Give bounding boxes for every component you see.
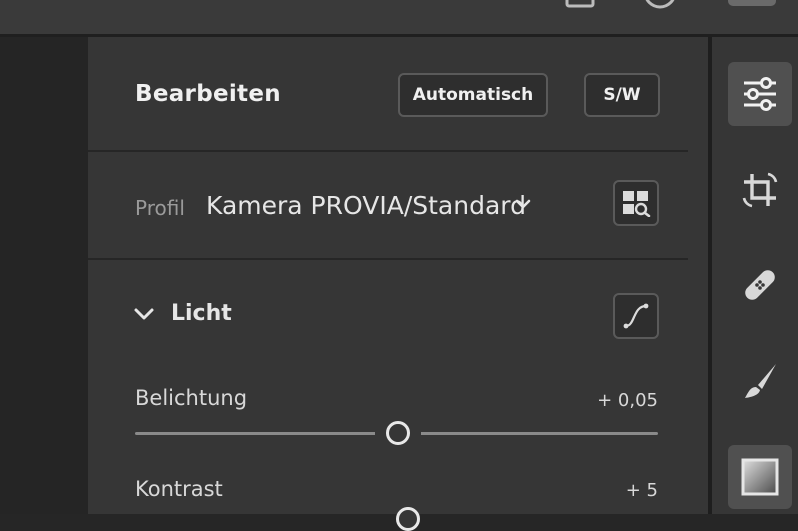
edit-tool-button[interactable] xyxy=(728,62,792,126)
black-white-button[interactable]: S/W xyxy=(584,73,660,117)
contrast-value[interactable]: + 5 xyxy=(626,480,658,501)
profile-browser-button[interactable] xyxy=(613,180,659,226)
brush-icon xyxy=(745,364,776,398)
auto-button[interactable]: Automatisch xyxy=(398,73,548,117)
exposure-slider-thumb[interactable] xyxy=(386,421,410,445)
panel-title: Bearbeiten xyxy=(135,81,281,107)
image-canvas-area xyxy=(0,37,88,514)
edit-sliders-icon xyxy=(744,77,776,111)
healing-tool-button[interactable] xyxy=(728,253,792,317)
top-bar xyxy=(0,0,798,34)
tone-curve-icon xyxy=(623,303,649,329)
help-icon[interactable] xyxy=(642,0,678,10)
section-title-light[interactable]: Licht xyxy=(171,301,232,326)
contrast-label: Kontrast xyxy=(135,477,223,501)
profile-label: Profil xyxy=(135,196,185,220)
brush-tool-button[interactable] xyxy=(728,349,792,413)
masking-tool-button[interactable] xyxy=(728,445,792,509)
header-divider xyxy=(88,150,688,152)
profile-dropdown[interactable]: Kamera PROVIA/Standard xyxy=(206,191,526,220)
crop-tool-button[interactable] xyxy=(728,158,792,222)
healing-bandage-icon xyxy=(745,270,775,300)
chevron-down-icon[interactable] xyxy=(133,307,155,321)
exposure-value[interactable]: + 0,05 xyxy=(597,390,658,411)
tool-rail xyxy=(712,37,798,514)
window-icon[interactable] xyxy=(565,0,595,8)
chevron-down-icon[interactable] xyxy=(515,198,531,210)
gradient-mask-icon xyxy=(741,458,779,496)
crop-rotate-icon xyxy=(742,172,778,208)
grid-search-icon xyxy=(623,191,651,217)
edit-panel: Bearbeiten Automatisch S/W Profil Kamera… xyxy=(88,37,708,531)
exposure-label: Belichtung xyxy=(135,386,248,410)
account-button[interactable] xyxy=(728,0,776,6)
contrast-slider-thumb[interactable] xyxy=(396,507,420,531)
profile-divider xyxy=(88,258,688,260)
tone-curve-button[interactable] xyxy=(613,293,659,339)
